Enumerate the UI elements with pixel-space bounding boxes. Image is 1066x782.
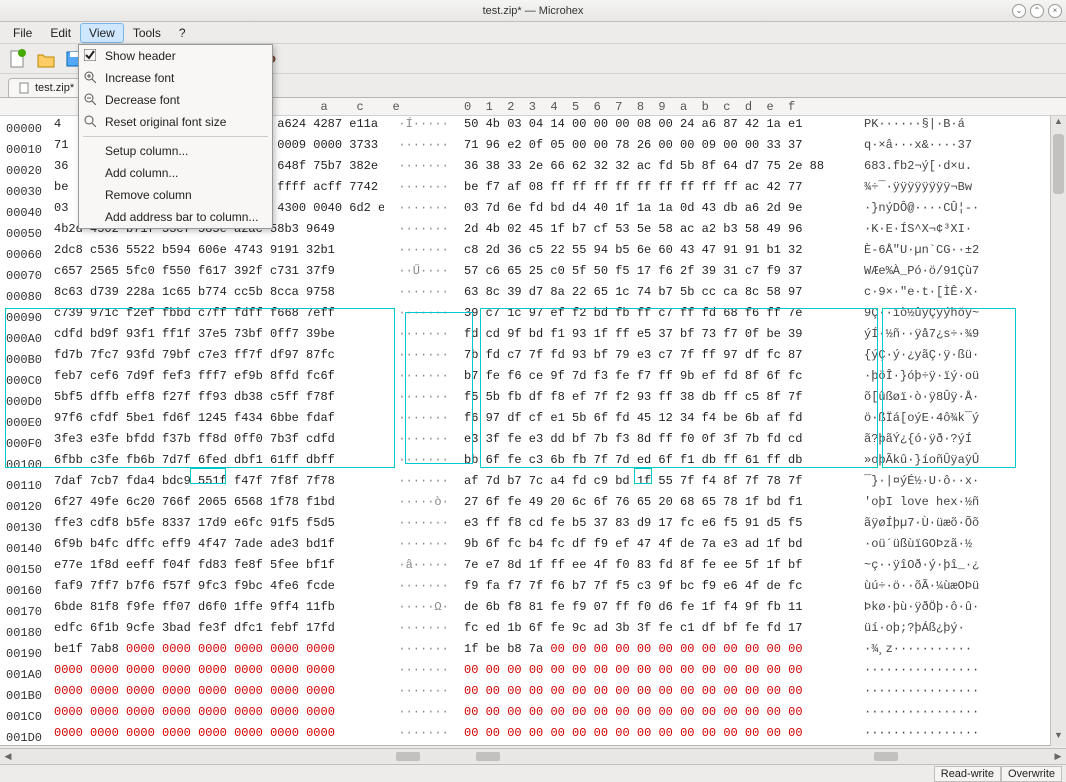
menu-separator	[83, 136, 268, 137]
scroll-thumb-v[interactable]	[1053, 134, 1064, 194]
scroll-left-button[interactable]: ◀	[0, 751, 16, 762]
title-bar: test.zip* — Microhex ⌄ ⌃ ×	[0, 0, 1066, 22]
status-mode-rw[interactable]: Read-write	[934, 766, 1001, 782]
menu-view[interactable]: View	[80, 23, 124, 43]
horizontal-scrollbar[interactable]: ◀ ▶	[0, 748, 1066, 764]
file-tab[interactable]: test.zip*	[8, 78, 85, 97]
maximize-button[interactable]: ⌃	[1030, 4, 1044, 18]
tab-label: test.zip*	[35, 82, 74, 94]
status-mode-overwrite[interactable]: Overwrite	[1001, 766, 1062, 782]
close-button[interactable]: ×	[1048, 4, 1062, 18]
zoom-in-icon	[84, 71, 98, 85]
open-file-button[interactable]	[34, 47, 58, 71]
menu-edit[interactable]: Edit	[41, 23, 80, 43]
menu-add-column[interactable]: Add column...	[79, 162, 272, 184]
zoom-reset-icon	[84, 115, 98, 129]
view-menu-dropdown: Show header Increase font Decrease font …	[78, 44, 273, 229]
new-file-button[interactable]	[6, 47, 30, 71]
menu-tools[interactable]: Tools	[124, 23, 170, 43]
file-icon	[19, 82, 31, 94]
checkbox-checked-icon	[84, 49, 98, 63]
splitter-handle-3[interactable]	[874, 752, 898, 761]
scroll-track-h[interactable]	[16, 749, 1050, 764]
menu-add-address-bar[interactable]: Add address bar to column...	[79, 206, 272, 228]
menu-setup-column[interactable]: Setup column...	[79, 140, 272, 162]
splitter-handle-2[interactable]	[476, 752, 500, 761]
vertical-scrollbar[interactable]: ▲ ▼	[1050, 116, 1066, 746]
minimize-button[interactable]: ⌄	[1012, 4, 1026, 18]
splitter-handle-1[interactable]	[396, 752, 420, 761]
menu-bar: File Edit View Tools ?	[0, 22, 1066, 44]
menu-decrease-font[interactable]: Decrease font	[79, 89, 272, 111]
menu-remove-column[interactable]: Remove column	[79, 184, 272, 206]
menu-file[interactable]: File	[4, 23, 41, 43]
menu-increase-font[interactable]: Increase font	[79, 67, 272, 89]
scroll-right-button[interactable]: ▶	[1050, 751, 1066, 762]
menu-help[interactable]: ?	[170, 23, 195, 43]
scroll-up-button[interactable]: ▲	[1051, 116, 1066, 132]
zoom-out-icon	[84, 93, 98, 107]
status-bar: Read-write Overwrite	[0, 764, 1066, 782]
menu-reset-font[interactable]: Reset original font size	[79, 111, 272, 133]
scroll-down-button[interactable]: ▼	[1051, 730, 1066, 746]
menu-show-header[interactable]: Show header	[79, 45, 272, 67]
window-title: test.zip* — Microhex	[483, 5, 584, 17]
